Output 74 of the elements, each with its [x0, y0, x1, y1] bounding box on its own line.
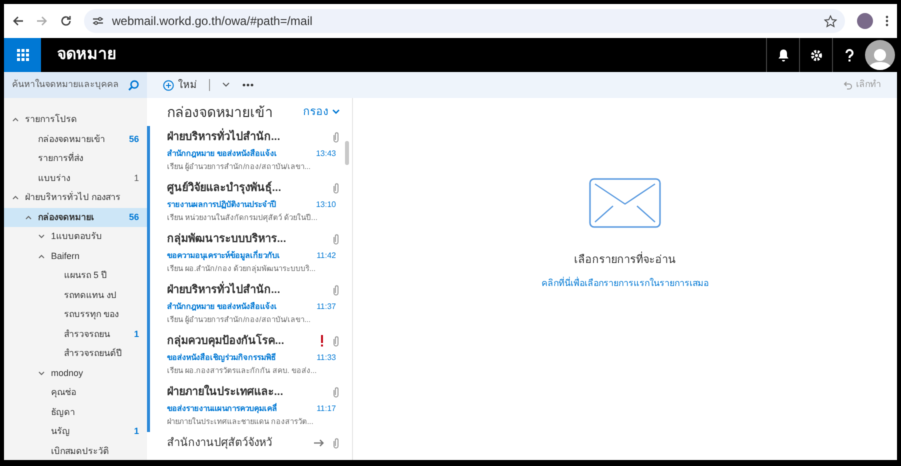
folder-item[interactable]: ธัญดา: [4, 402, 147, 422]
message-subject: รายงานผลการปฏิบัติงานประจำปี: [167, 198, 277, 210]
message-subject: ขอส่งหนังสือเชิญร่วมกิจกรรมพิธี: [167, 352, 277, 364]
site-settings-icon[interactable]: [92, 16, 104, 26]
search-box[interactable]: ค้นหาในจดหมายและบุคคล: [4, 72, 147, 98]
chevron-up-icon[interactable]: [12, 117, 19, 122]
message-subject: สำนักกฎหมาย ขอส่งหนังสือแจ้งเ: [167, 148, 278, 160]
address-bar[interactable]: webmail.workd.go.th/owa/#path=/mail: [84, 9, 845, 33]
sender-name: กลุ่มควบคุมป้องกันโรค...: [167, 333, 286, 350]
settings-icon: [810, 48, 822, 62]
message-subject: ขอส่งรายงานแผนการควบคุมเคลื่: [167, 402, 278, 414]
message-item[interactable]: สำนักงานปศุสัตว์จังหวั: [147, 432, 344, 460]
folder-item[interactable]: รถบรรทุก ของ: [4, 305, 147, 324]
chevron-down-icon: [332, 109, 340, 115]
message-time: 11:42: [316, 250, 337, 262]
folder-item[interactable]: แบบร่าง 1: [4, 168, 147, 188]
reload-icon[interactable]: [60, 15, 72, 27]
more-icon[interactable]: [242, 83, 254, 87]
chevron-up-icon[interactable]: [25, 214, 32, 220]
folder-item[interactable]: แผนรถ 5 ปี: [4, 266, 147, 286]
profile-avatar[interactable]: [857, 13, 873, 29]
url-text: webmail.workd.go.th/owa/#path=/mail: [112, 13, 314, 30]
message-time: 11:33: [316, 352, 337, 364]
folder-item[interactable]: ฝ่ายบริหารทั่วไป กองสาร: [4, 188, 147, 208]
search-field[interactable]: ค้นหาในจดหมายและบุคคล: [12, 78, 124, 92]
sender-name: ฝ่ายบริหารทั่วไปสำนัก...: [167, 129, 324, 146]
folder-item[interactable]: สำรวจรถยนต์ปี: [4, 344, 147, 364]
folder-item[interactable]: เบิกสมดประวัติ: [4, 442, 147, 460]
chevron-up-icon[interactable]: [38, 254, 45, 259]
user-avatar[interactable]: [865, 40, 895, 70]
envelope-icon: [589, 178, 661, 228]
star-icon[interactable]: [824, 14, 837, 28]
folder-item[interactable]: กล่องจดหมายเ 56: [4, 208, 147, 227]
waffle-icon: [16, 49, 28, 61]
folder-item[interactable]: รายการโปรด: [4, 110, 147, 130]
folder-item[interactable]: modnoy: [4, 364, 147, 383]
chevron-up-icon[interactable]: [12, 195, 19, 200]
folder-item[interactable]: รถทดแทน งป: [4, 286, 147, 305]
sender-name: สำนักงานปศุสัตว์จังหวั: [167, 436, 273, 451]
help-icon: [844, 48, 854, 62]
select-first-item-link[interactable]: คลิกที่นี่เพื่อเลือกรายการแรกในรายการเสมอ: [542, 276, 708, 290]
person-silhouette-icon: [867, 46, 893, 70]
chevron-down-icon[interactable]: [38, 234, 45, 240]
folder-item[interactable]: กล่องจดหมายเข้า 56: [4, 130, 147, 149]
back-icon[interactable]: [12, 15, 24, 27]
folder-item[interactable]: 1แบบตอบรับ: [4, 227, 147, 246]
new-message-button[interactable]: ใหม่: [163, 78, 197, 92]
sender-name: ศูนย์วิจัยและบำรุงพันธุ์...: [167, 180, 282, 196]
filter-button[interactable]: กรอง: [303, 104, 340, 120]
message-time: 13:10: [316, 198, 337, 210]
message-time: 11:17: [316, 402, 337, 414]
bell-icon: [778, 48, 788, 62]
more-icon[interactable]: [885, 15, 889, 27]
app-title: จดหมาย: [57, 45, 116, 65]
undo-icon: [843, 80, 852, 90]
message-subject: สำนักกฎหมาย ขอส่งหนังสือแจ้งเ: [167, 300, 278, 312]
search-icon: [128, 80, 139, 90]
empty-state-heading: เลือกรายการที่จะอ่าน: [574, 252, 676, 268]
plus-circle-icon: [163, 80, 174, 90]
chevron-down-icon[interactable]: [222, 82, 230, 88]
sender-name: ฝ่ายบริหารทั่วไปสำนัก...: [167, 282, 324, 298]
app-launcher-button[interactable]: [4, 38, 41, 72]
folder-item[interactable]: นรัญ 1: [4, 422, 147, 442]
message-time: 11:37: [316, 300, 337, 312]
folder-item[interactable]: สำรวจรถยน 1: [4, 324, 147, 344]
chevron-down-icon[interactable]: [38, 370, 45, 376]
folder-heading: กล่องจดหมายเข้า: [167, 102, 273, 122]
folder-item[interactable]: Baifern: [4, 246, 147, 266]
message-subject: ขอความอนุเคราะห์ข้อมูลเกี่ยวกับเ: [167, 250, 281, 262]
folder-item[interactable]: คุณช่อ: [4, 383, 147, 402]
message-time: 13:43: [316, 148, 337, 160]
sender-name: ฝ่ายภายในประเทศและ...: [167, 384, 284, 400]
folder-item[interactable]: รายการที่ส่ง: [4, 149, 147, 168]
sender-name: กลุ่มพัฒนาระบบบริหาร...: [167, 232, 288, 248]
